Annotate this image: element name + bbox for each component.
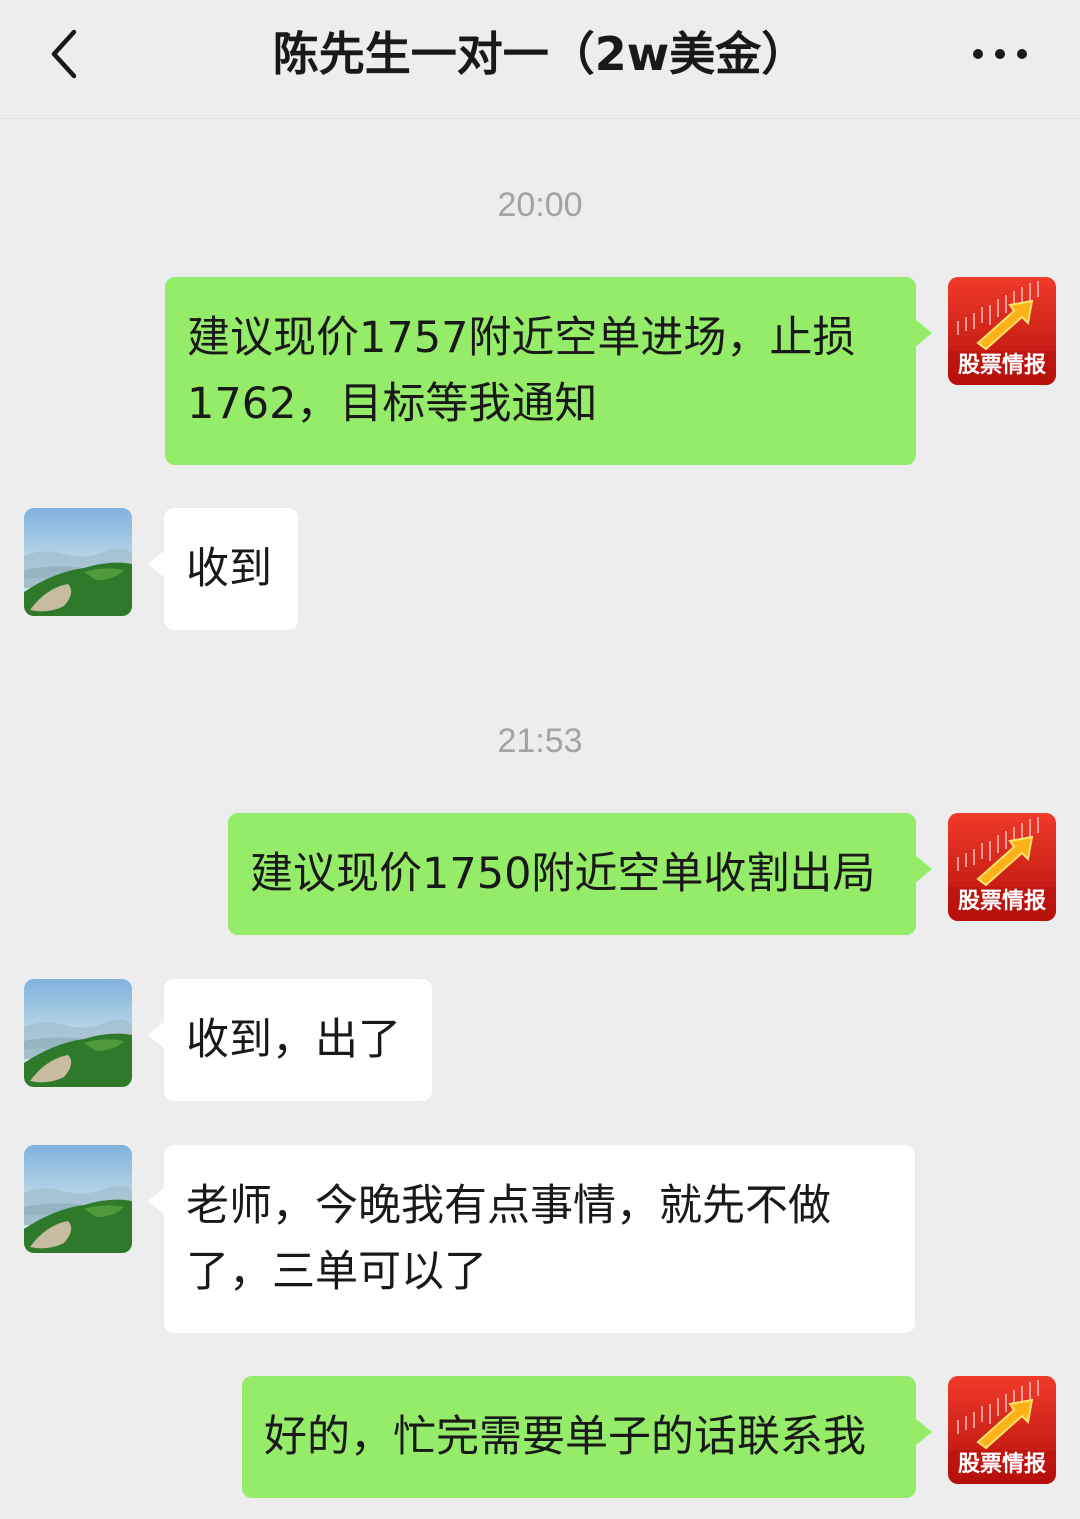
- stock-info-avatar[interactable]: 股票情报: [948, 277, 1056, 385]
- sent-message-bubble[interactable]: 建议现价1750附近空单收割出局: [228, 813, 932, 935]
- received-message-bubble[interactable]: 收到: [148, 508, 298, 630]
- stock-info-avatar[interactable]: 股票情报: [948, 813, 1056, 921]
- stock-avatar-label: 股票情报: [958, 1451, 1046, 1477]
- user-avatar[interactable]: [24, 508, 132, 616]
- stock-info-avatar[interactable]: 股票情报: [948, 1376, 1056, 1484]
- sent-message-bubble[interactable]: 建议现价1757附近空单进场，止损1762，目标等我通知: [165, 277, 932, 465]
- received-message-bubble[interactable]: 收到，出了: [148, 979, 432, 1101]
- chat-screen: 陈先生一对一（2w美金） 20:00 建议现价1757附近空单进场，止损1762…: [0, 0, 1080, 1519]
- chat-title: 陈先生一对一（2w美金）: [272, 27, 808, 81]
- timestamp: 21:53: [497, 722, 583, 760]
- received-message-bubble[interactable]: 老师，今晚我有点事情，就先不做了，三单可以了: [148, 1145, 915, 1333]
- top-bar: 陈先生一对一（2w美金）: [0, 0, 1080, 119]
- stock-avatar-label: 股票情报: [958, 352, 1046, 378]
- more-options-icon[interactable]: [964, 30, 1036, 78]
- user-avatar[interactable]: [24, 1145, 132, 1253]
- sent-message-bubble[interactable]: 好的，忙完需要单子的话联系我: [242, 1376, 932, 1498]
- back-icon[interactable]: [40, 24, 100, 84]
- stock-avatar-label: 股票情报: [958, 888, 1046, 914]
- user-avatar[interactable]: [24, 979, 132, 1087]
- timestamp: 20:00: [497, 186, 583, 224]
